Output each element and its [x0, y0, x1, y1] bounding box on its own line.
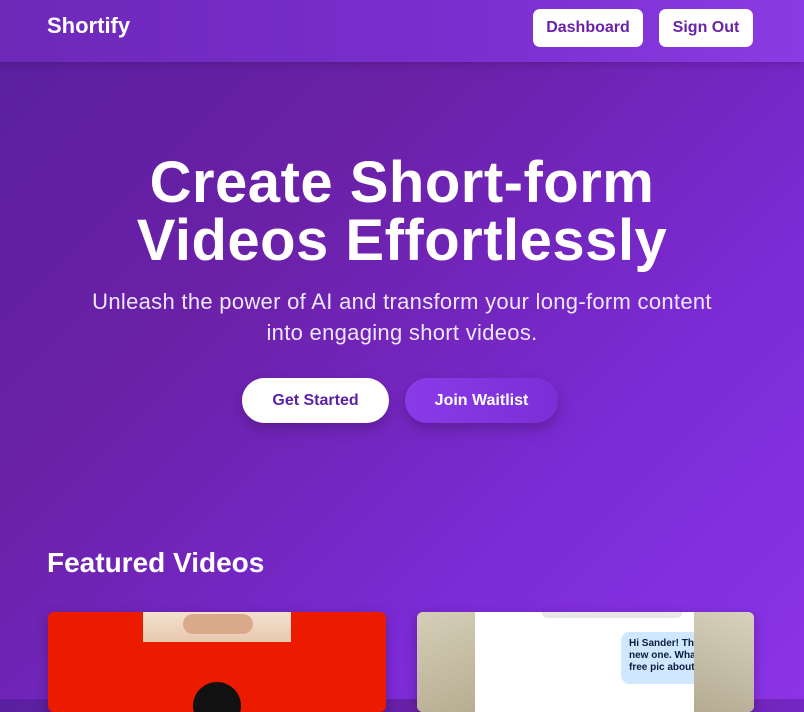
play-circle-icon[interactable] — [193, 682, 241, 712]
hero-subtitle-line-1: Unleash the power of AI and transform yo… — [92, 289, 712, 314]
logo[interactable]: Shortify — [47, 13, 130, 39]
join-waitlist-button[interactable]: Join Waitlist — [405, 378, 558, 423]
phone-screenshot: Hi Sander! That's a new one. What's this… — [475, 612, 746, 712]
hero-title-line-2: Videos Effortlessly — [136, 208, 668, 273]
phone-status-bar — [542, 612, 682, 618]
thumbnail-background-right — [694, 612, 754, 712]
hero-subtitle-line-2: into engaging short videos. — [266, 320, 538, 345]
featured-video-card[interactable]: Hi Sander! That's a new one. What's this… — [417, 612, 754, 712]
sign-out-button[interactable]: Sign Out — [659, 9, 753, 47]
featured-videos-title: Featured Videos — [47, 547, 265, 578]
hero-title-line-1: Create Short-form — [149, 150, 655, 215]
dashboard-button[interactable]: Dashboard — [533, 9, 643, 47]
get-started-button[interactable]: Get Started — [242, 378, 389, 423]
top-navbar: Shortify Dashboard Sign Out — [0, 0, 804, 62]
thumbnail-background-left — [417, 612, 475, 712]
hero-title: Create Short-form Videos Effortlessly — [0, 154, 804, 270]
featured-video-card[interactable] — [48, 612, 386, 712]
hero-subtitle: Unleash the power of AI and transform yo… — [50, 286, 754, 348]
thumbnail-photo — [143, 612, 291, 642]
